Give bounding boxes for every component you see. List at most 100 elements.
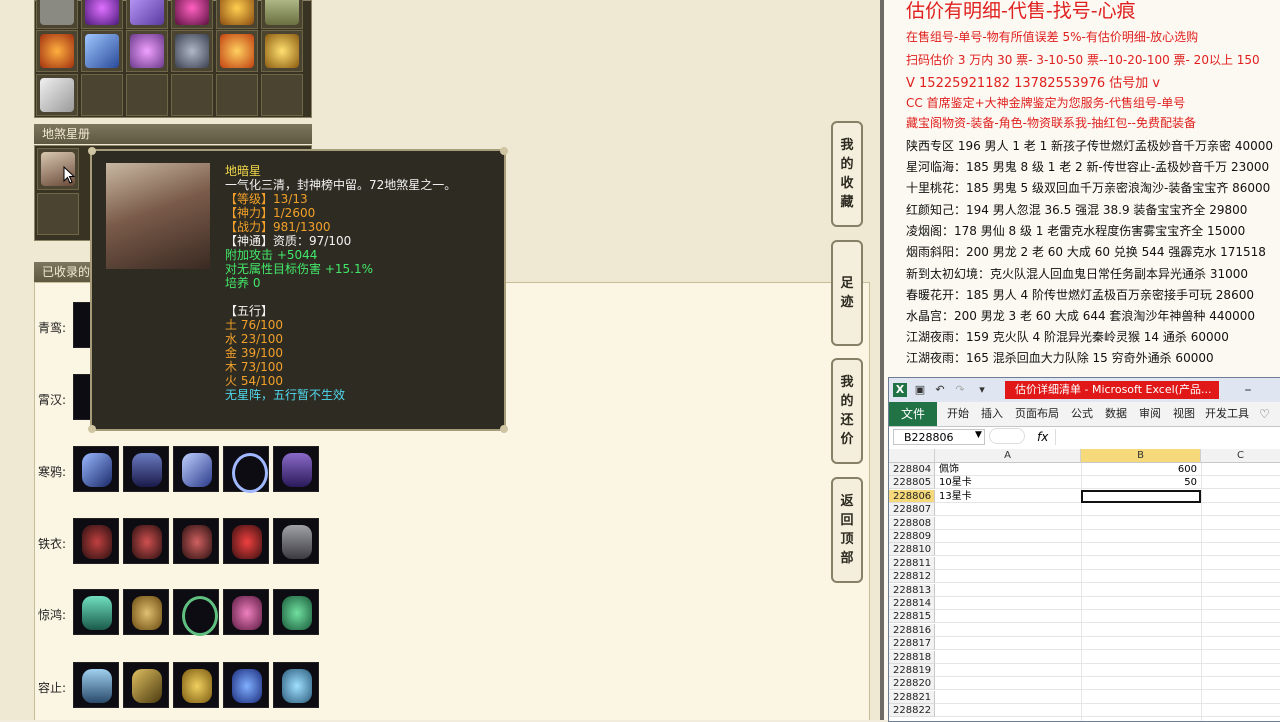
outfit-slot[interactable] [173, 589, 219, 636]
item-slot[interactable] [261, 0, 303, 29]
tab-review[interactable]: 审阅 [1139, 402, 1161, 426]
item-slot[interactable] [81, 0, 123, 29]
cell-b[interactable] [1081, 624, 1201, 637]
outfit-slot[interactable] [123, 662, 169, 708]
cell-b[interactable] [1081, 691, 1201, 704]
outfit-slot[interactable] [73, 662, 119, 708]
save-icon[interactable]: ▣ [913, 383, 927, 397]
row-header[interactable]: 228804 [889, 463, 935, 476]
outfit-slot[interactable] [173, 662, 219, 708]
row-header[interactable]: 228821 [889, 690, 935, 704]
row-header[interactable]: 228808 [889, 516, 935, 530]
cell-a[interactable] [939, 584, 1079, 597]
outfit-slot[interactable] [73, 518, 119, 564]
item-slot[interactable] [36, 74, 78, 116]
my-favorites-button[interactable]: 我 的 收 藏 [831, 121, 863, 227]
cell-b[interactable] [1081, 503, 1201, 516]
cell-b[interactable] [1081, 517, 1201, 530]
row-header[interactable]: 228810 [889, 543, 935, 557]
ribbon-heart-icon[interactable]: ♡ [1259, 402, 1270, 426]
name-box-dropdown-icon[interactable]: ▼ [975, 430, 982, 440]
row-header[interactable]: 228805 [889, 476, 935, 490]
outfit-slot[interactable] [173, 518, 219, 564]
name-box[interactable]: B228806 [893, 429, 985, 445]
minimize-icon[interactable]: – [1241, 383, 1255, 397]
item-slot[interactable] [261, 30, 303, 72]
cell-b[interactable] [1081, 530, 1201, 543]
cell-a[interactable] [939, 597, 1079, 610]
row-header[interactable]: 228816 [889, 623, 935, 637]
outfit-slot[interactable] [273, 662, 319, 708]
row-header[interactable]: 228809 [889, 530, 935, 543]
row-header[interactable]: 228813 [889, 583, 935, 597]
item-slot[interactable] [81, 30, 123, 72]
item-slot[interactable] [216, 30, 258, 72]
outfit-slot[interactable] [73, 446, 119, 492]
tab-insert[interactable]: 插入 [981, 402, 1003, 426]
cell-a[interactable] [939, 530, 1079, 543]
footprint-button[interactable]: 足 迹 [831, 240, 863, 346]
cell-a[interactable] [939, 543, 1079, 556]
row-header[interactable]: 228819 [889, 664, 935, 677]
outfit-slot[interactable] [73, 589, 119, 635]
cell-b[interactable] [1081, 637, 1201, 650]
cell-b[interactable] [1081, 677, 1201, 690]
formula-bar-toggle[interactable] [989, 428, 1025, 444]
outfit-slot[interactable] [223, 518, 269, 564]
outfit-slot[interactable] [123, 518, 169, 564]
row-header[interactable]: 228820 [889, 677, 935, 691]
customize-quick-access-icon[interactable]: ▾ [975, 383, 989, 397]
tab-data[interactable]: 数据 [1105, 402, 1127, 426]
cell-a[interactable]: 10星卡 [939, 476, 1079, 489]
cell-a[interactable] [939, 517, 1079, 530]
cell-b[interactable] [1081, 557, 1201, 570]
row-header[interactable]: 228817 [889, 637, 935, 651]
tab-home[interactable]: 开始 [947, 402, 969, 426]
cell-a[interactable] [939, 610, 1079, 623]
column-header-b[interactable]: B [1081, 449, 1201, 463]
formula-input[interactable] [1055, 429, 1278, 445]
item-slot[interactable] [36, 0, 78, 29]
cell-b[interactable] [1081, 704, 1201, 717]
cell-b[interactable] [1081, 543, 1201, 556]
item-slot[interactable] [171, 0, 213, 29]
cell-b[interactable] [1081, 651, 1201, 664]
cell-a[interactable] [939, 570, 1079, 583]
cell-b[interactable] [1081, 570, 1201, 583]
back-to-top-button[interactable]: 返 回 顶 部 [831, 477, 863, 583]
tab-page-layout[interactable]: 页面布局 [1015, 402, 1059, 426]
cell-a[interactable]: 13星卡 [939, 490, 1079, 503]
column-header-a[interactable]: A [935, 449, 1081, 463]
cell-a[interactable] [939, 664, 1079, 677]
item-slot[interactable] [36, 30, 78, 72]
row-header[interactable]: 228806 [889, 489, 935, 503]
outfit-slot[interactable] [273, 446, 319, 492]
row-header[interactable]: 228818 [889, 650, 935, 664]
item-slot[interactable] [126, 30, 168, 72]
cell-a[interactable] [939, 704, 1079, 717]
undo-icon[interactable]: ↶ [933, 383, 947, 397]
cell-b[interactable] [1081, 597, 1201, 610]
outfit-slot[interactable] [123, 446, 169, 492]
cell-a[interactable] [939, 557, 1079, 570]
row-header[interactable]: 228811 [889, 556, 935, 570]
cell-b[interactable] [1081, 584, 1201, 597]
selected-cell-b[interactable] [1081, 489, 1201, 503]
cell-a[interactable] [939, 624, 1079, 637]
item-slot[interactable] [216, 0, 258, 29]
cell-b[interactable] [1081, 610, 1201, 623]
cell-a[interactable] [939, 677, 1079, 690]
outfit-slot[interactable] [223, 662, 269, 708]
tab-file[interactable]: 文件 [889, 402, 937, 426]
item-slot[interactable] [126, 0, 168, 29]
cell-a[interactable] [939, 651, 1079, 664]
outfit-slot[interactable] [123, 589, 169, 635]
cell-b[interactable] [1081, 664, 1201, 677]
cell-a[interactable] [939, 637, 1079, 650]
row-header[interactable]: 228812 [889, 570, 935, 584]
row-header[interactable]: 228815 [889, 610, 935, 624]
tab-developer[interactable]: 开发工具 [1205, 402, 1249, 426]
row-header[interactable]: 228807 [889, 503, 935, 517]
cell-a[interactable]: 佩饰 [939, 463, 1079, 476]
outfit-slot[interactable] [273, 518, 319, 564]
